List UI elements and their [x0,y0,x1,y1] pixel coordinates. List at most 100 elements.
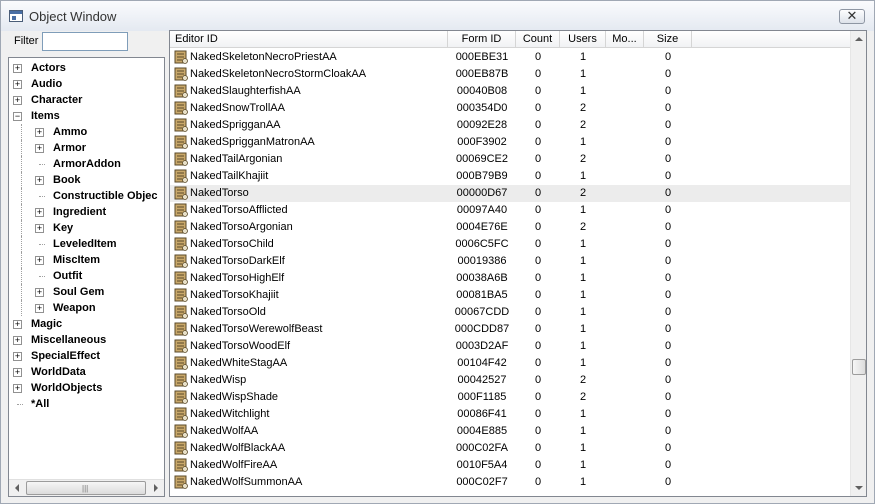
tree-horizontal-scrollbar[interactable] [9,479,164,496]
tree-guide-line [21,236,22,252]
table-row[interactable]: NakedTorsoAfflicted 00097A40 0 1 0 [170,202,852,219]
tree-item-soul-gem[interactable]: + Soul Gem [9,284,164,300]
cell-form-id: 00069CE2 [456,153,508,165]
filter-input[interactable] [42,32,128,51]
table-row[interactable]: NakedTailKhajiit 000B79B9 0 1 0 [170,168,852,185]
scroll-right-icon[interactable] [154,484,158,492]
expand-icon[interactable]: + [13,64,22,73]
armor-addon-icon [173,254,188,268]
table-row[interactable]: NakedSkeletonNecroPriestAA 000EBE31 0 1 0 [170,49,852,66]
tree-guide-line [39,276,45,277]
tree-item-ammo[interactable]: + Ammo [9,124,164,140]
table-row[interactable]: NakedWisp 00042527 0 2 0 [170,372,852,389]
tree-item-specialeffect[interactable]: + SpecialEffect [9,348,164,364]
table-row[interactable]: NakedTorsoHighElf 00038A6B 0 1 0 [170,270,852,287]
tree-item-items[interactable]: − Items [9,108,164,124]
expand-icon[interactable]: + [35,256,44,265]
cell-mo [606,440,644,457]
table-row[interactable]: NakedWispShade 000F1185 0 2 0 [170,389,852,406]
expand-icon[interactable]: + [35,288,44,297]
column-header-editor-id[interactable]: Editor ID [170,31,448,48]
table-row[interactable]: NakedSkeletonNecroStormCloakAA 000EB87B 0 1… [170,66,852,83]
expand-icon[interactable]: + [35,208,44,217]
table-row[interactable]: NakedTorsoWoodElf 0003D2AF 0 1 0 [170,338,852,355]
tree-item-miscitem[interactable]: + MiscItem [9,252,164,268]
table-row[interactable]: NakedSprigganAA 00092E28 0 2 0 [170,117,852,134]
object-list[interactable]: Editor ID Form ID Count Users Mo... Size… [169,30,867,497]
table-row[interactable]: NakedWolfAA 0004E885 0 1 0 [170,423,852,440]
tree-item-magic[interactable]: + Magic [9,316,164,332]
tree-item-armor[interactable]: + Armor [9,140,164,156]
tree-item-ingredient[interactable]: + Ingredient [9,204,164,220]
tree-item-worlddata[interactable]: + WorldData [9,364,164,380]
tree-item-miscellaneous[interactable]: + Miscellaneous [9,332,164,348]
table-row[interactable]: NakedWhiteStagAA 00104F42 0 1 0 [170,355,852,372]
cell-size: 0 [664,340,672,352]
cell-size: 0 [664,255,672,267]
tree-item-key[interactable]: + Key [9,220,164,236]
column-header-users[interactable]: Users [560,31,606,48]
table-row[interactable]: NakedSlaughterfishAA 00040B08 0 1 0 [170,83,852,100]
tree-item-constructible-objec[interactable]: Constructible Objec [9,188,164,204]
title-bar[interactable]: Object Window ✕ [1,1,874,31]
tree-item-character[interactable]: + Character [9,92,164,108]
tree-item-weapon[interactable]: + Weapon [9,300,164,316]
table-row[interactable]: NakedTorsoWerewolfBeast 000CDD87 0 1 0 [170,321,852,338]
expand-icon[interactable]: + [13,336,22,345]
table-row[interactable]: NakedSnowTrollAA 000354D0 0 2 0 [170,100,852,117]
tree-item-actors[interactable]: + Actors [9,60,164,76]
expand-icon[interactable]: + [13,352,22,361]
column-header-mo[interactable]: Mo... [606,31,644,48]
tree-item-leveleditem[interactable]: LeveledItem [9,236,164,252]
cell-count: 0 [534,391,542,403]
expand-icon[interactable]: + [35,224,44,233]
scroll-up-icon[interactable] [855,37,863,41]
cell-mo [606,287,644,304]
table-row[interactable]: NakedTorsoOld 00067CDD 0 1 0 [170,304,852,321]
category-tree[interactable]: + Actors + Audio + Character − Items + Ammo + Armor… [8,57,165,497]
table-row[interactable]: NakedTorsoDarkElf 00019386 0 1 0 [170,253,852,270]
tree-item-armoraddon[interactable]: ArmorAddon [9,156,164,172]
scroll-left-icon[interactable] [15,484,19,492]
cell-users: 1 [579,408,587,420]
collapse-icon[interactable]: − [13,112,22,121]
close-button[interactable]: ✕ [839,9,865,24]
table-row[interactable]: NakedWolfFireAA 0010F5A4 0 1 0 [170,457,852,474]
expand-icon[interactable]: + [13,384,22,393]
tree-item-worldobjects[interactable]: + WorldObjects [9,380,164,396]
column-header-form-id[interactable]: Form ID [448,31,516,48]
armor-addon-icon [173,50,188,64]
column-header-size[interactable]: Size [644,31,692,48]
expand-icon[interactable]: + [35,304,44,313]
expand-icon[interactable]: + [13,80,22,89]
tree-item-audio[interactable]: + Audio [9,76,164,92]
cell-users: 2 [579,221,587,233]
tree-item-allall[interactable]: *All [9,396,164,412]
table-row[interactable]: NakedWolfSummonAA 000C02F7 0 1 0 [170,474,852,491]
table-row[interactable]: NakedTorsoChild 0006C5FC 0 1 0 [170,236,852,253]
cell-editor-id: NakedTorsoHighElf [190,272,285,284]
table-row[interactable]: NakedTorsoArgonian 0004E76E 0 2 0 [170,219,852,236]
cell-size: 0 [664,187,672,199]
table-row[interactable]: NakedWitchlight 00086F41 0 1 0 [170,406,852,423]
expand-icon[interactable]: + [35,144,44,153]
expand-icon[interactable]: + [13,368,22,377]
table-row[interactable]: NakedTorsoKhajiit 00081BA5 0 1 0 [170,287,852,304]
expand-icon[interactable]: + [13,96,22,105]
scroll-thumb[interactable] [852,359,866,375]
scroll-down-icon[interactable] [855,486,863,490]
tree-item-outfit[interactable]: Outfit [9,268,164,284]
expand-icon[interactable]: + [35,176,44,185]
scroll-thumb[interactable] [26,481,146,495]
tree-item-book[interactable]: + Book [9,172,164,188]
expand-icon[interactable]: + [35,128,44,137]
table-row[interactable]: NakedTorso 00000D67 0 2 0 [170,185,852,202]
table-row[interactable]: NakedWolfBlackAA 000C02FA 0 1 0 [170,440,852,457]
table-row[interactable]: NakedSprigganMatronAA 000F3902 0 1 0 [170,134,852,151]
table-row[interactable]: NakedTailArgonian 00069CE2 0 2 0 [170,151,852,168]
cell-size: 0 [664,119,672,131]
cell-count: 0 [534,357,542,369]
expand-icon[interactable]: + [13,320,22,329]
list-vertical-scrollbar[interactable] [850,31,866,496]
column-header-count[interactable]: Count [516,31,560,48]
